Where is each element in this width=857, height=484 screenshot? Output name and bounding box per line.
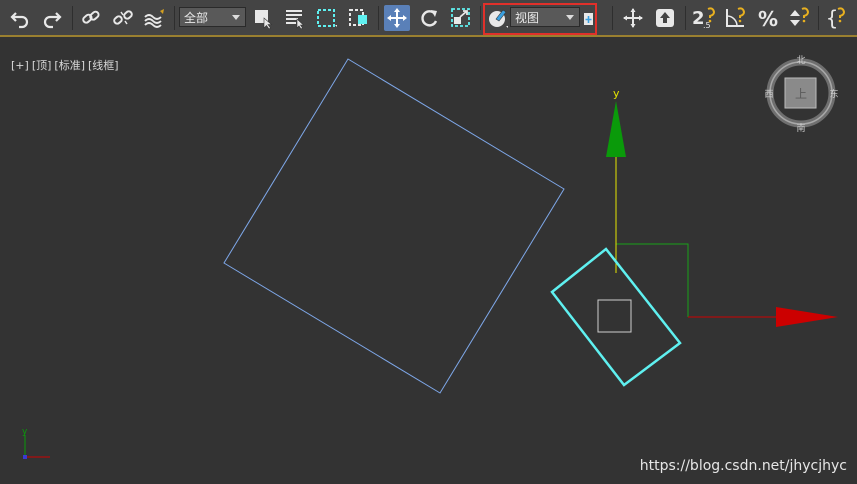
keyboard-shortcut-override-icon[interactable] xyxy=(652,5,678,31)
select-by-name-icon[interactable] xyxy=(282,5,308,31)
viewcube-north[interactable]: 北 xyxy=(796,55,805,66)
svg-text:{: { xyxy=(826,6,838,30)
gizmo-y-label: y xyxy=(613,87,620,100)
window-crossing-icon[interactable] xyxy=(346,5,372,31)
percent-snap-toggle-icon[interactable]: % xyxy=(755,5,781,31)
selection-filter-value: 全部 xyxy=(184,10,209,25)
watermark: https://blog.csdn.net/jhycjhyc xyxy=(639,458,847,474)
link-icon[interactable] xyxy=(78,5,104,31)
edit-named-selection-icon[interactable]: { xyxy=(824,5,854,31)
viewport-point-of-view[interactable]: [顶] xyxy=(32,59,52,72)
world-axis-tripod: y xyxy=(22,427,50,459)
spinner-snap-toggle-icon[interactable] xyxy=(787,5,813,31)
select-and-move-icon[interactable] xyxy=(384,5,410,31)
gizmo-x-arrow[interactable] xyxy=(776,307,838,327)
angle-snap-toggle-icon[interactable] xyxy=(723,5,749,31)
viewcube-face-label: 上 xyxy=(795,87,807,101)
tripod-y-label: y xyxy=(22,427,28,437)
svg-text:%: % xyxy=(758,7,778,29)
select-and-rotate-icon[interactable] xyxy=(416,5,442,31)
redo-icon[interactable] xyxy=(39,5,65,31)
viewport-label[interactable]: [+] [顶] [标准] [线框] xyxy=(4,44,122,73)
chevron-down-icon xyxy=(232,15,240,20)
svg-text:.5: .5 xyxy=(703,21,711,30)
undo-icon[interactable] xyxy=(7,5,33,31)
unlink-icon[interactable] xyxy=(110,5,136,31)
viewport-shading-wireframe[interactable]: [线框] xyxy=(88,59,119,72)
wireframe-plane[interactable] xyxy=(223,58,565,394)
selection-filter-dropdown[interactable]: 全部 xyxy=(179,7,246,27)
select-and-scale-icon[interactable] xyxy=(448,5,474,31)
highlight-box xyxy=(483,3,597,35)
select-and-manipulate-icon[interactable] xyxy=(620,5,646,31)
viewcube-west[interactable]: 西 xyxy=(764,89,773,100)
viewcube[interactable]: 上 北 南 东 西 xyxy=(764,55,838,134)
viewport-shading-standard[interactable]: [标准] xyxy=(54,59,85,72)
select-object-icon[interactable] xyxy=(250,5,276,31)
viewport-menu-plus[interactable]: [+] xyxy=(11,59,29,72)
main-toolbar: 全部 视图 2.5 % { xyxy=(0,0,857,36)
viewport-top[interactable]: y 上 北 南 东 西 y xyxy=(0,37,857,484)
viewcube-south[interactable]: 南 xyxy=(796,122,805,134)
gizmo-y-arrow[interactable] xyxy=(606,101,626,157)
rectangular-selection-icon[interactable] xyxy=(314,5,340,31)
snaps-toggle-icon[interactable]: 2.5 xyxy=(691,5,719,31)
gizmo-center-box[interactable] xyxy=(597,299,632,333)
bind-space-warp-icon[interactable] xyxy=(142,5,168,31)
viewcube-east[interactable]: 东 xyxy=(829,88,838,100)
